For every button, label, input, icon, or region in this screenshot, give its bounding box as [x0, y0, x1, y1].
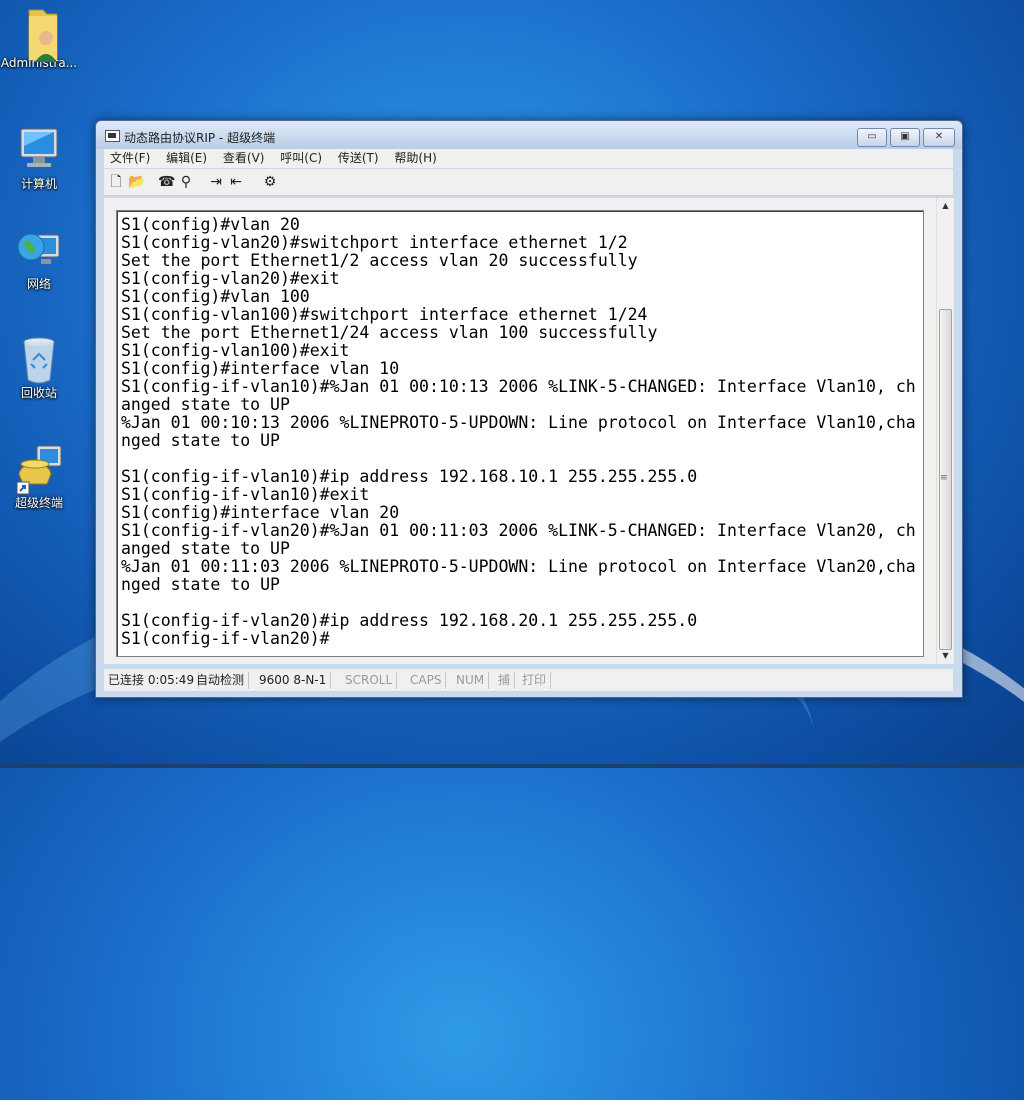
status-caps: CAPS: [406, 672, 447, 689]
close-button[interactable]: ✕: [923, 128, 955, 147]
menu-file[interactable]: 文件(F): [104, 149, 156, 166]
terminal-line: S1(config-vlan100)#switchport interface …: [121, 305, 648, 324]
desktop-icon-computer[interactable]: 计算机: [0, 125, 78, 192]
send-file-icon[interactable]: ⇥: [208, 174, 224, 190]
terminal-line: S1(config-if-vlan10)#exit: [121, 485, 370, 504]
computer-icon: [15, 125, 63, 173]
status-capture: 捕: [494, 672, 516, 689]
properties-icon[interactable]: ⚙: [262, 174, 278, 190]
status-scroll: SCROLL: [341, 672, 398, 689]
desktop-icon-network[interactable]: 网络: [0, 225, 78, 292]
menu-transfer[interactable]: 传送(T): [332, 149, 385, 166]
terminal-line: S1(config-vlan100)#exit: [121, 341, 350, 360]
status-auto-detect: 自动检测: [192, 672, 250, 689]
menu-edit[interactable]: 编辑(E): [160, 149, 213, 166]
terminal-line: S1(config-if-vlan20)#: [121, 629, 330, 648]
status-num: NUM: [452, 672, 490, 689]
terminal-line: S1(config-if-vlan20)#ip address 192.168.…: [121, 611, 698, 630]
desktop-icon-label: 计算机: [20, 177, 57, 191]
scrollbar-grip-icon: ≡: [940, 473, 948, 483]
terminal-line: S1(config-vlan20)#exit: [121, 269, 340, 288]
terminal-line: S1(config-if-vlan10)#ip address 192.168.…: [121, 467, 698, 486]
taskbar-edge: [0, 764, 1024, 768]
toolbar: 🗋 📂 ☎ ⚲ ⇥ ⇤ ⚙: [104, 169, 953, 196]
terminal-line: S1(config)#vlan 20: [121, 215, 300, 234]
menu-bar: 文件(F) 编辑(E) 查看(V) 呼叫(C) 传送(T) 帮助(H): [104, 149, 953, 168]
scroll-down-arrow-icon[interactable]: ▼: [937, 648, 954, 664]
desktop-icon-hyperterminal[interactable]: 超级终端: [0, 444, 78, 511]
terminal-line: nged state to UP: [121, 575, 280, 594]
user-folder-icon: [15, 6, 63, 62]
vertical-scrollbar[interactable]: ▲ ≡ ▼: [936, 198, 954, 664]
window-titlebar[interactable]: 动态路由协议RIP - 超级终端 ▭ ▣ ✕: [96, 121, 962, 149]
terminal-line: %Jan 01 00:10:13 2006 %LINEPROTO-5-UPDOW…: [121, 413, 916, 432]
open-folder-icon[interactable]: 📂: [128, 174, 145, 190]
terminal-screen[interactable]: S1(config)#vlan 20 S1(config-vlan20)#swit…: [116, 210, 924, 657]
new-file-icon[interactable]: 🗋: [108, 174, 124, 190]
terminal-line: S1(config)#vlan 100: [121, 287, 310, 306]
terminal-client-area: S1(config)#vlan 20 S1(config-vlan20)#swit…: [104, 198, 936, 664]
desktop-icon-recycle-bin[interactable]: 回收站: [0, 334, 78, 401]
hyperterminal-window: 动态路由协议RIP - 超级终端 ▭ ▣ ✕ 文件(F) 编辑(E) 查看(V)…: [95, 120, 963, 698]
terminal-line: anged state to UP: [121, 539, 290, 558]
terminal-line: nged state to UP: [121, 431, 280, 450]
desktop-icon-administrator[interactable]: Administra...: [0, 6, 78, 70]
terminal-line: anged state to UP: [121, 395, 290, 414]
minimize-button[interactable]: ▭: [857, 128, 887, 147]
maximize-button[interactable]: ▣: [890, 128, 920, 147]
terminal-line: S1(config)#interface vlan 10: [121, 359, 400, 378]
terminal-line: %Jan 01 00:11:03 2006 %LINEPROTO-5-UPDOW…: [121, 557, 916, 576]
window-title: 动态路由协议RIP - 超级终端: [124, 131, 276, 145]
terminal-line: Set the port Ethernet1/24 access vlan 10…: [121, 323, 658, 342]
scroll-up-arrow-icon[interactable]: ▲: [937, 198, 954, 214]
status-port-settings: 9600 8-N-1: [255, 672, 332, 689]
receive-file-icon[interactable]: ⇤: [228, 174, 244, 190]
status-print: 打印: [518, 672, 552, 689]
menu-help[interactable]: 帮助(H): [388, 149, 442, 166]
terminal-line: S1(config-if-vlan20)#%Jan 01 00:11:03 20…: [121, 521, 916, 540]
disconnect-phone-icon[interactable]: ⚲: [178, 174, 194, 190]
terminal-line: S1(config)#interface vlan 20: [121, 503, 400, 522]
menu-call[interactable]: 呼叫(C): [274, 149, 328, 166]
status-bar: 已连接 0:05:49 自动检测 9600 8-N-1 SCROLL CAPS …: [104, 669, 953, 691]
desktop-icon-label: 网络: [26, 277, 51, 291]
recycle-bin-icon: [15, 334, 63, 384]
terminal-line: S1(config-if-vlan10)#%Jan 01 00:10:13 20…: [121, 377, 916, 396]
hyperterminal-shortcut-icon: [15, 444, 63, 495]
terminal-app-icon: [105, 130, 120, 142]
desktop-icon-label: 超级终端: [14, 496, 63, 510]
status-connected-time: 已连接 0:05:49: [104, 672, 200, 689]
terminal-output: S1(config)#vlan 20 S1(config-vlan20)#swit…: [121, 216, 916, 648]
connect-phone-icon[interactable]: ☎: [158, 174, 175, 190]
terminal-line: Set the port Ethernet1/2 access vlan 20 …: [121, 251, 638, 270]
network-icon: [15, 225, 63, 273]
desktop-icon-label: 回收站: [20, 386, 57, 400]
terminal-line: S1(config-vlan20)#switchport interface e…: [121, 233, 628, 252]
menu-view[interactable]: 查看(V): [217, 149, 271, 166]
